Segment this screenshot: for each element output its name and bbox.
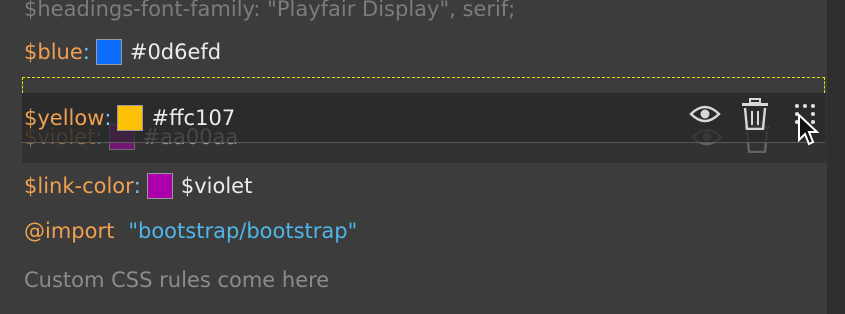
colon: : (82, 40, 90, 64)
import-path: "bootstrap/bootstrap" (128, 219, 358, 243)
color-swatch[interactable] (146, 173, 173, 199)
variable-name: $link-color (24, 174, 134, 198)
variable-value: #0d6efd (129, 40, 222, 64)
mouse-cursor-icon (797, 112, 820, 152)
custom-css-placeholder[interactable]: Custom CSS rules come here (24, 263, 329, 297)
trash-icon[interactable] (738, 97, 772, 131)
headings-font-text: $headings-font-family: "Playfair Display… (24, 0, 516, 21)
drop-indicator (22, 77, 825, 93)
variable-name: $blue (24, 40, 83, 64)
import-keyword: @import (24, 219, 115, 243)
placeholder-text: Custom CSS rules come here (24, 268, 330, 292)
headings-font-line[interactable]: $headings-font-family: "Playfair Display… (24, 0, 515, 26)
scrollbar-track[interactable] (827, 0, 845, 314)
variable-value: $violet (180, 174, 253, 198)
variable-row-link-color[interactable]: $link-color : $violet (24, 169, 252, 203)
variable-row-yellow[interactable]: $yellow : #ffc107 (24, 101, 235, 135)
colon: : (133, 174, 141, 198)
variable-name: $yellow (24, 106, 105, 130)
color-swatch[interactable] (117, 105, 144, 131)
variable-row-blue[interactable]: $blue : #0d6efd (24, 35, 221, 69)
variable-value: #ffc107 (151, 106, 236, 130)
colon: : (104, 106, 112, 130)
eye-icon[interactable] (688, 97, 722, 131)
color-swatch[interactable] (95, 39, 122, 65)
import-row[interactable]: @import "bootstrap/bootstrap" (24, 214, 357, 248)
